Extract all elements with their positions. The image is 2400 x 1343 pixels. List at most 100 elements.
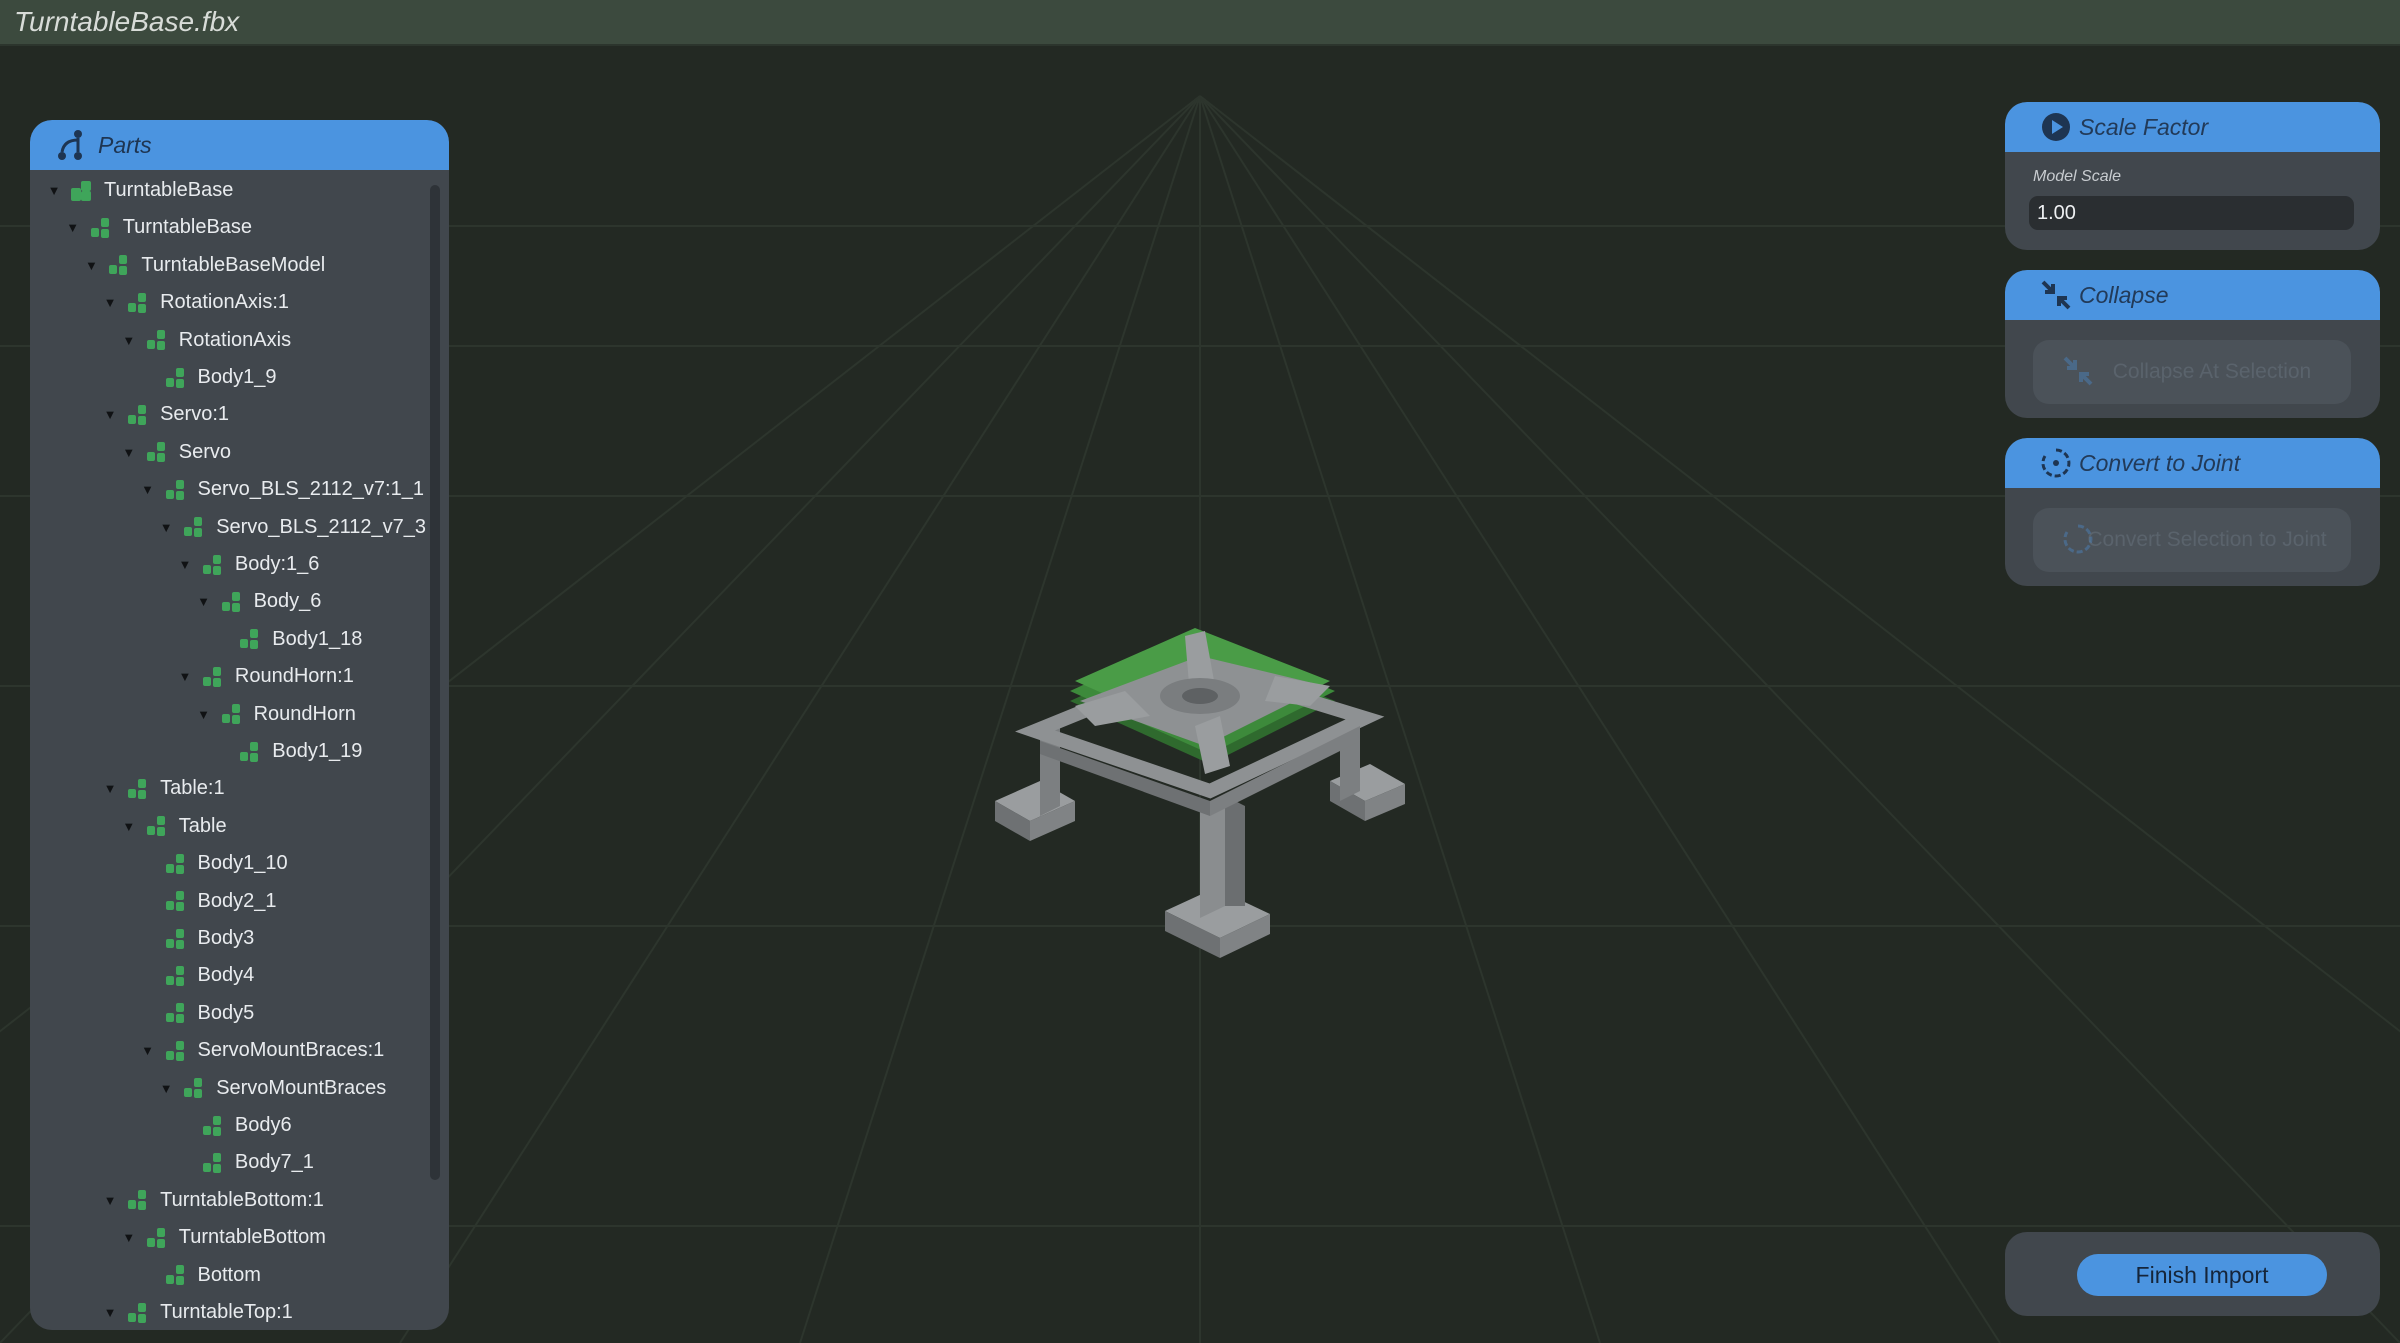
parts-panel-title: Parts [98,132,152,158]
tree-row[interactable]: Body1_18 [212,621,435,658]
tree-row-label: Body7_1 [234,1151,314,1174]
tree-row[interactable]: Body1_9 [138,359,436,396]
collapse-arrows-icon [2063,356,2093,386]
expand-arrow-icon[interactable]: ▼ [138,482,158,497]
tree-row-label: TurntableBaseModel [141,253,326,276]
tree-row[interactable]: Body6 [175,1107,435,1144]
tree-row[interactable]: Body2_1 [138,883,436,920]
node-icon [240,629,259,650]
node-icon [202,1152,221,1173]
expand-arrow-icon[interactable]: ▼ [81,258,101,273]
tree-row[interactable]: ▼ Body:1_6 [175,546,435,583]
expand-arrow-icon[interactable]: ▼ [100,295,120,310]
tree-row[interactable]: Body7_1 [175,1144,435,1181]
convert-selection-to-joint-button[interactable]: Convert Selection to Joint [2033,508,2351,572]
expand-arrow-icon[interactable]: ▼ [138,1043,158,1058]
convert-to-joint-header: Convert to Joint [2005,438,2380,488]
tree-row-label: RotationAxis [178,328,292,351]
tree-row[interactable]: ▼ Servo [119,434,435,471]
expand-arrow-icon[interactable]: ▼ [63,220,83,235]
tree-row-label: Table [178,814,227,837]
collapse-at-selection-label: Collapse At Selection [2112,360,2312,383]
title-bar: TurntableBase.fbx [0,0,2400,46]
tree-row[interactable]: ▼ Servo_BLS_2112_v7_3 [156,509,435,546]
expand-arrow-icon[interactable]: ▼ [44,183,64,198]
expand-arrow-icon[interactable]: ▼ [119,819,139,834]
node-icon [202,666,221,687]
play-circle-icon [2042,113,2070,141]
tree-row[interactable]: ▼ RoundHorn [194,696,435,733]
expand-arrow-icon[interactable]: ▼ [194,594,214,609]
tree-row[interactable]: Body1_10 [138,845,436,882]
convert-to-joint-panel: Convert to Joint Convert Selection to Jo… [2005,438,2380,586]
tree-row[interactable]: ▼ TurntableTop:1 [100,1294,435,1330]
tree-row[interactable]: Body5 [138,995,436,1032]
convert-selection-to-joint-label: Convert Selection to Joint [2087,528,2327,551]
hierarchy-icon [58,130,82,160]
tree-row[interactable]: Bottom [138,1257,436,1294]
tree-row-label: Servo_BLS_2112_v7:1_1 [197,478,424,501]
node-icon [165,853,184,874]
parts-scrollbar[interactable] [430,185,440,1180]
expand-arrow-icon[interactable]: ▼ [156,520,176,535]
tree-row[interactable]: ▼ Body_6 [194,583,435,620]
tree-row-label: Bottom [197,1263,261,1286]
node-icon [184,1078,203,1099]
collapse-at-selection-button[interactable]: Collapse At Selection [2033,340,2351,404]
tree-row[interactable]: ▼ Table [119,808,435,845]
node-icon [165,891,184,912]
tree-row[interactable]: ▼ RotationAxis:1 [100,284,435,321]
tree-row-label: Body2_1 [197,889,277,912]
node-icon [128,1190,147,1211]
tree-row[interactable]: ▼ TurntableBottom:1 [100,1182,435,1219]
tree-row-label: RotationAxis:1 [160,291,290,314]
tree-row[interactable]: ▼ Servo:1 [100,396,435,433]
expand-arrow-icon[interactable]: ▼ [194,707,214,722]
expand-arrow-icon[interactable]: ▼ [175,557,195,572]
tree-row[interactable]: ▼ RoundHorn:1 [175,658,435,695]
finish-import-button[interactable]: Finish Import [2077,1254,2327,1296]
expand-arrow-icon[interactable]: ▼ [100,781,120,796]
turntable-model[interactable] [995,628,1405,958]
scale-factor-title: Scale Factor [2079,114,2209,140]
tree-row[interactable]: ▼ TurntableBase [44,172,435,209]
tree-row[interactable]: ▼ ServoMountBraces:1 [138,1032,436,1069]
tree-row[interactable]: ▼ TurntableBaseModel [81,247,435,284]
tree-row[interactable]: ▼ ServoMountBraces [156,1070,435,1107]
expand-arrow-icon[interactable]: ▼ [119,333,139,348]
tree-row-label: Body1_19 [272,740,363,762]
expand-arrow-icon[interactable]: ▼ [100,1305,120,1320]
tree-row-label: Body_6 [253,590,322,613]
parts-tree[interactable]: ▼ TurntableBase ▼ TurntableBase ▼ TurntableBa… [30,172,435,1330]
tree-row[interactable]: ▼ TurntableBase [63,209,435,246]
model-scale-label: Model Scale [2033,168,2122,185]
expand-arrow-icon[interactable]: ▼ [156,1081,176,1096]
expand-arrow-icon[interactable]: ▼ [100,1193,120,1208]
node-icon [165,367,184,388]
tree-row[interactable]: Body4 [138,957,436,994]
model-scale-input[interactable] [2029,196,2354,230]
tree-row[interactable]: ▼ Table:1 [100,770,435,807]
node-icon [184,517,203,538]
node-icon [165,1003,184,1024]
expand-arrow-icon[interactable]: ▼ [100,407,120,422]
node-icon [165,1040,184,1061]
expand-arrow-icon[interactable]: ▼ [119,445,139,460]
parts-panel-header: Parts [30,120,449,170]
tree-row[interactable]: ▼ Servo_BLS_2112_v7:1_1 [138,471,436,508]
expand-arrow-icon[interactable]: ▼ [175,669,195,684]
tree-row-label: TurntableBottom [178,1226,326,1249]
expand-arrow-icon[interactable]: ▼ [119,1230,139,1245]
tree-row[interactable]: Body3 [138,920,436,957]
node-icon [128,292,147,313]
node-icon [90,217,109,238]
joint-rotate-icon [2041,448,2071,478]
tree-row[interactable]: ▼ RotationAxis [119,322,435,359]
convert-to-joint-title: Convert to Joint [2079,450,2241,476]
tree-row[interactable]: Body1_19 [212,733,435,770]
tree-row-label: Servo:1 [160,403,230,426]
node-icon [165,1265,184,1286]
node-icon [128,1302,147,1323]
node-icon [146,330,165,351]
tree-row[interactable]: ▼ TurntableBottom [119,1219,435,1256]
